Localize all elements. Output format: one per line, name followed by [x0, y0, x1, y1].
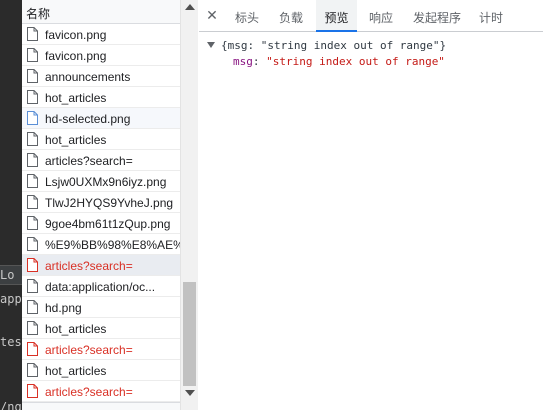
request-row[interactable]: articles?search=	[22, 381, 180, 402]
tab-payload[interactable]: 负载	[272, 0, 310, 31]
editor-line: app	[0, 292, 22, 306]
editor-line: test	[0, 335, 22, 349]
json-property-line: msg: "string index out of range"	[233, 55, 445, 68]
file-icon	[27, 300, 38, 314]
editor-line: /ng	[0, 400, 22, 410]
file-icon	[27, 69, 38, 83]
request-row[interactable]: %E9%BB%98%E8%AE%A...	[22, 234, 180, 255]
json-preview: {msg: "string index out of range"} msg: …	[207, 38, 446, 70]
tab-preview[interactable]: 预览	[316, 0, 357, 32]
request-row[interactable]: hd-selected.png	[22, 108, 180, 129]
file-icon	[27, 195, 38, 209]
request-row[interactable]: Lsjw0UXMx9n6iyz.png	[22, 171, 180, 192]
json-key: msg	[233, 55, 253, 68]
scroll-up-arrow-icon[interactable]	[185, 4, 195, 10]
file-icon	[27, 321, 38, 335]
request-name: data:application/oc...	[45, 280, 156, 294]
tab-initiator[interactable]: 发起程序	[406, 0, 468, 31]
request-row[interactable]: hot_articles	[22, 87, 180, 108]
request-name: hot_articles	[45, 133, 107, 147]
file-icon	[27, 237, 38, 251]
file-icon	[27, 132, 38, 146]
request-name: hd-selected.png	[45, 112, 131, 126]
request-name: articles?search=	[45, 259, 133, 273]
file-icon	[27, 174, 38, 188]
request-name: Lsjw0UXMx9n6iyz.png	[45, 175, 167, 189]
file-error-icon	[27, 342, 38, 356]
tab-headers[interactable]: 标头	[228, 0, 266, 31]
file-icon	[27, 48, 38, 62]
request-row[interactable]: favicon.png	[22, 45, 180, 66]
request-row[interactable]: articles?search=	[22, 339, 180, 360]
request-row[interactable]: articles?search=	[22, 255, 180, 276]
request-row[interactable]: hot_articles	[22, 129, 180, 150]
json-summary: {msg: "string index out of range"}	[221, 39, 447, 52]
background-editor: Lo app test /ng	[0, 0, 22, 410]
json-value: "string index out of range"	[266, 55, 445, 68]
request-row[interactable]: announcements	[22, 66, 180, 87]
expand-triangle-icon[interactable]	[207, 42, 215, 48]
editor-line: Lo	[0, 268, 15, 282]
file-icon	[27, 111, 38, 125]
request-name: hd.png	[45, 301, 82, 315]
request-name: hot_articles	[45, 91, 107, 105]
file-icon	[27, 90, 38, 104]
scroll-down-arrow-icon[interactable]	[185, 390, 195, 396]
request-name: hot_articles	[45, 322, 107, 336]
file-icon	[27, 153, 38, 167]
request-row[interactable]: data:application/oc...	[22, 276, 180, 297]
request-row[interactable]: hot_articles	[22, 318, 180, 339]
request-row[interactable]: favicon.png	[22, 24, 180, 45]
request-row[interactable]: 9goe4bm61t1zQup.png	[22, 213, 180, 234]
request-name: TlwJ2HYQS9YvheJ.png	[45, 196, 174, 210]
request-name: favicon.png	[45, 49, 107, 63]
request-row[interactable]: hd.png	[22, 297, 180, 318]
close-icon[interactable]: ✕	[205, 8, 219, 22]
tab-response[interactable]: 响应	[362, 0, 400, 31]
file-error-icon	[27, 258, 38, 272]
request-name: %E9%BB%98%E8%AE%A...	[45, 238, 180, 252]
request-row[interactable]: hot_articles	[22, 360, 180, 381]
request-detail-panel: ✕ 标头 负载 预览 响应 发起程序 计时 {msg: "string inde…	[199, 0, 543, 410]
request-name: announcements	[45, 70, 131, 84]
json-root-line[interactable]: {msg: "string index out of range"}	[207, 38, 446, 54]
network-request-list: 名称 favicon.png favicon.png announcements ho…	[22, 0, 198, 410]
request-row[interactable]: articles?search=	[22, 150, 180, 171]
file-icon	[27, 363, 38, 377]
request-name: articles?search=	[45, 385, 133, 399]
request-name: hot_articles	[45, 364, 107, 378]
detail-tabbar: ✕ 标头 负载 预览 响应 发起程序 计时	[199, 0, 543, 32]
request-name: articles?search=	[45, 343, 133, 357]
file-icon	[27, 27, 38, 41]
name-column-label: 名称	[26, 7, 51, 21]
file-error-icon	[27, 384, 38, 398]
request-name: 9goe4bm61t1zQup.png	[45, 217, 171, 231]
request-name: articles?search=	[45, 154, 133, 168]
scroll-thumb[interactable]	[183, 282, 196, 386]
list-footer	[22, 402, 180, 410]
name-column-header[interactable]: 名称	[22, 0, 180, 24]
list-scrollbar[interactable]	[180, 0, 198, 410]
request-rows: favicon.png favicon.png announcements hot_a…	[22, 24, 180, 402]
file-icon	[27, 279, 38, 293]
file-icon	[27, 216, 38, 230]
request-name: favicon.png	[45, 28, 107, 42]
request-row[interactable]: TlwJ2HYQS9YvheJ.png	[22, 192, 180, 213]
tab-timing[interactable]: 计时	[474, 0, 508, 31]
